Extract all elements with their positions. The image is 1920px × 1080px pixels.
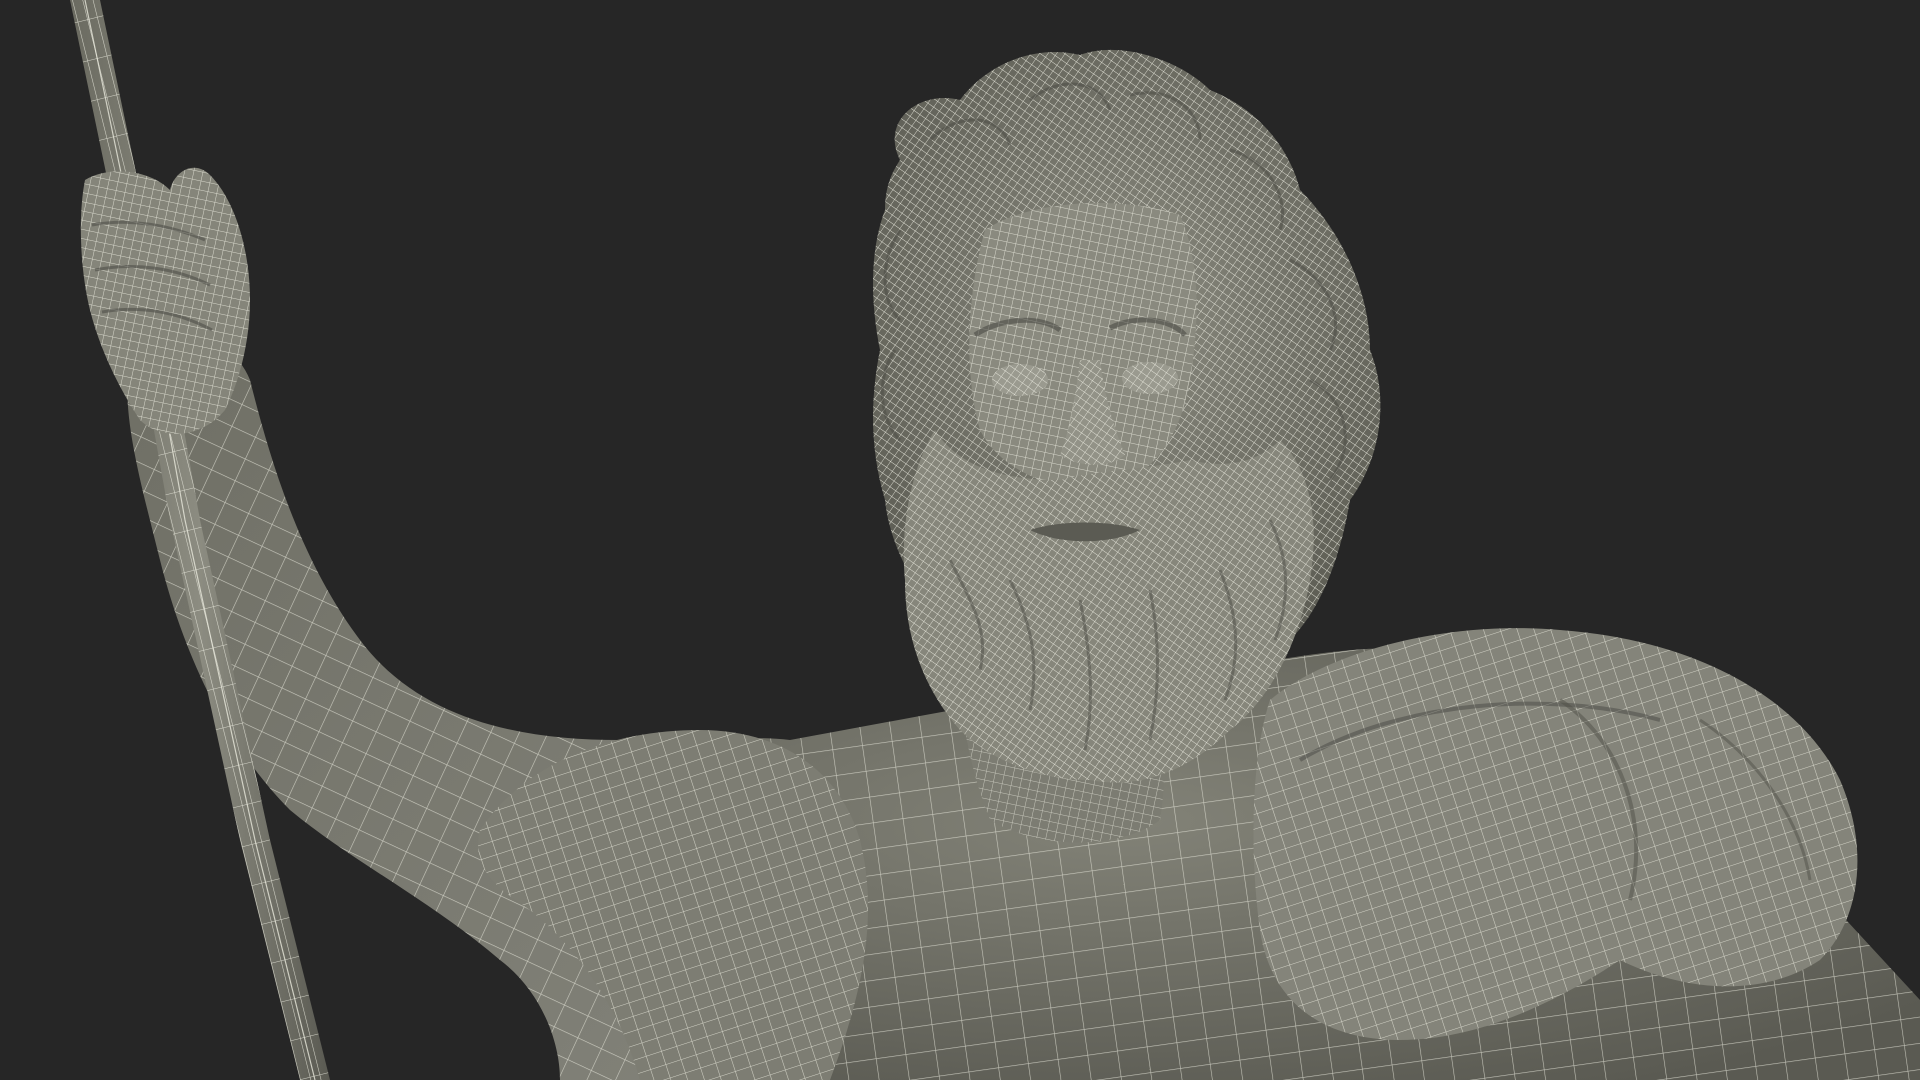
render-viewport: [0, 0, 1920, 1080]
wireframe-render: [0, 0, 1920, 1080]
face-mesh: [969, 203, 1197, 490]
